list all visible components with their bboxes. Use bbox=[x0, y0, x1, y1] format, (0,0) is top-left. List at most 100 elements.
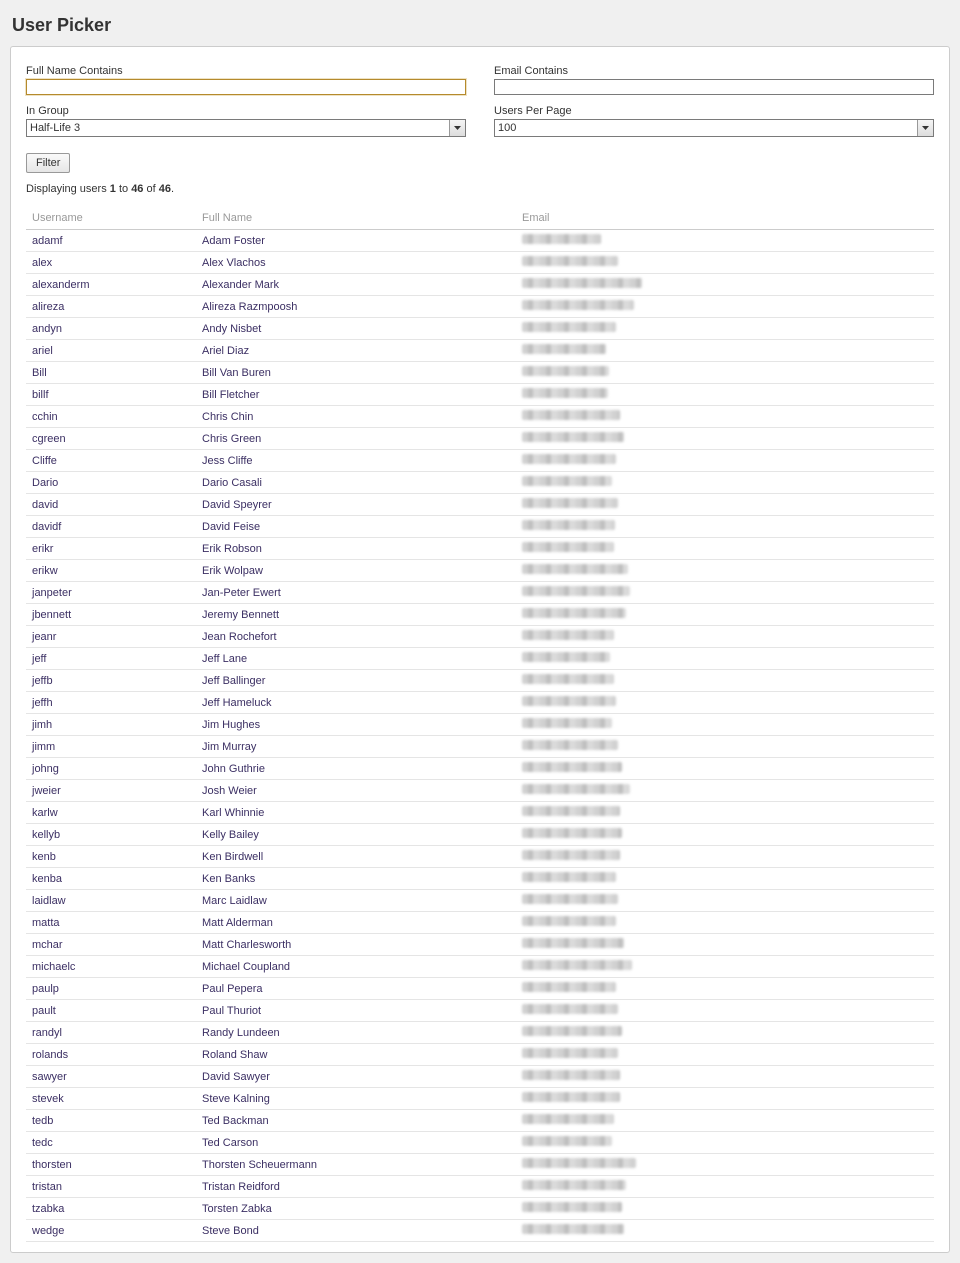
username-link[interactable]: davidf bbox=[32, 521, 61, 533]
username-link[interactable]: alex bbox=[32, 257, 52, 269]
username-link[interactable]: alexanderm bbox=[32, 279, 89, 291]
username-link[interactable]: jbennett bbox=[32, 609, 71, 621]
email-redacted bbox=[522, 1180, 626, 1190]
username-link[interactable]: kenb bbox=[32, 851, 56, 863]
fullname-link[interactable]: David Speyrer bbox=[202, 499, 272, 511]
fullname-link[interactable]: Alireza Razmpoosh bbox=[202, 301, 297, 313]
username-link[interactable]: jimm bbox=[32, 741, 55, 753]
fullname-link[interactable]: Jan-Peter Ewert bbox=[202, 587, 281, 599]
username-link[interactable]: wedge bbox=[32, 1225, 64, 1237]
username-link[interactable]: johng bbox=[32, 763, 59, 775]
fullname-link[interactable]: Bill Van Buren bbox=[202, 367, 271, 379]
fullname-link[interactable]: Matt Alderman bbox=[202, 917, 273, 929]
fullname-link[interactable]: Ariel Diaz bbox=[202, 345, 249, 357]
fullname-link[interactable]: Chris Green bbox=[202, 433, 261, 445]
username-link[interactable]: janpeter bbox=[32, 587, 72, 599]
username-link[interactable]: karlw bbox=[32, 807, 58, 819]
fullname-link[interactable]: Ted Carson bbox=[202, 1137, 258, 1149]
fullname-link[interactable]: Jim Murray bbox=[202, 741, 256, 753]
fullname-link[interactable]: Ted Backman bbox=[202, 1115, 269, 1127]
username-link[interactable]: tristan bbox=[32, 1181, 62, 1193]
fullname-link[interactable]: Andy Nisbet bbox=[202, 323, 261, 335]
username-link[interactable]: Bill bbox=[32, 367, 47, 379]
username-link[interactable]: tedb bbox=[32, 1115, 53, 1127]
username-link[interactable]: cgreen bbox=[32, 433, 66, 445]
fullname-link[interactable]: Jeff Hameluck bbox=[202, 697, 272, 709]
fullname-link[interactable]: Kelly Bailey bbox=[202, 829, 259, 841]
username-link[interactable]: laidlaw bbox=[32, 895, 66, 907]
table-row: alireza Alireza Razmpoosh bbox=[26, 296, 934, 318]
fullname-link[interactable]: John Guthrie bbox=[202, 763, 265, 775]
fullname-link[interactable]: Ken Banks bbox=[202, 873, 255, 885]
fullname-link[interactable]: Adam Foster bbox=[202, 235, 265, 247]
fullname-link[interactable]: David Feise bbox=[202, 521, 260, 533]
username-link[interactable]: tzabka bbox=[32, 1203, 64, 1215]
fullname-link[interactable]: Marc Laidlaw bbox=[202, 895, 267, 907]
username-link[interactable]: jeffh bbox=[32, 697, 53, 709]
fullname-input[interactable] bbox=[26, 79, 466, 95]
fullname-link[interactable]: Jean Rochefort bbox=[202, 631, 277, 643]
username-link[interactable]: andyn bbox=[32, 323, 62, 335]
fullname-link[interactable]: Torsten Zabka bbox=[202, 1203, 272, 1215]
username-link[interactable]: billf bbox=[32, 389, 49, 401]
username-link[interactable]: michaelc bbox=[32, 961, 75, 973]
fullname-link[interactable]: Steve Kalning bbox=[202, 1093, 270, 1105]
fullname-link[interactable]: Dario Casali bbox=[202, 477, 262, 489]
fullname-link[interactable]: Jeff Ballinger bbox=[202, 675, 265, 687]
username-link[interactable]: jeff bbox=[32, 653, 46, 665]
fullname-link[interactable]: Alexander Mark bbox=[202, 279, 279, 291]
username-link[interactable]: jweier bbox=[32, 785, 61, 797]
username-link[interactable]: erikw bbox=[32, 565, 58, 577]
username-link[interactable]: david bbox=[32, 499, 58, 511]
fullname-link[interactable]: Thorsten Scheuermann bbox=[202, 1159, 317, 1171]
fullname-link[interactable]: Jess Cliffe bbox=[202, 455, 253, 467]
email-input[interactable] bbox=[494, 79, 934, 95]
fullname-link[interactable]: Jeff Lane bbox=[202, 653, 247, 665]
fullname-link[interactable]: Erik Wolpaw bbox=[202, 565, 263, 577]
username-link[interactable]: Dario bbox=[32, 477, 58, 489]
fullname-link[interactable]: Ken Birdwell bbox=[202, 851, 263, 863]
username-link[interactable]: kenba bbox=[32, 873, 62, 885]
fullname-link[interactable]: Jim Hughes bbox=[202, 719, 260, 731]
username-link[interactable]: adamf bbox=[32, 235, 63, 247]
username-link[interactable]: paulp bbox=[32, 983, 59, 995]
fullname-link[interactable]: Michael Coupland bbox=[202, 961, 290, 973]
fullname-link[interactable]: Alex Vlachos bbox=[202, 257, 266, 269]
username-link[interactable]: tedc bbox=[32, 1137, 53, 1149]
username-link[interactable]: erikr bbox=[32, 543, 53, 555]
perpage-select[interactable]: 100 bbox=[494, 119, 934, 137]
fullname-link[interactable]: Matt Charlesworth bbox=[202, 939, 291, 951]
fullname-link[interactable]: Tristan Reidford bbox=[202, 1181, 280, 1193]
username-link[interactable]: ariel bbox=[32, 345, 53, 357]
username-link[interactable]: matta bbox=[32, 917, 60, 929]
fullname-link[interactable]: Karl Whinnie bbox=[202, 807, 264, 819]
filter-button[interactable]: Filter bbox=[26, 153, 70, 173]
username-link[interactable]: thorsten bbox=[32, 1159, 72, 1171]
fullname-link[interactable]: Paul Thuriot bbox=[202, 1005, 261, 1017]
username-link[interactable]: mchar bbox=[32, 939, 63, 951]
username-link[interactable]: jeffb bbox=[32, 675, 53, 687]
fullname-link[interactable]: Randy Lundeen bbox=[202, 1027, 280, 1039]
username-link[interactable]: sawyer bbox=[32, 1071, 67, 1083]
fullname-link[interactable]: Chris Chin bbox=[202, 411, 253, 423]
username-link[interactable]: cchin bbox=[32, 411, 58, 423]
username-link[interactable]: randyl bbox=[32, 1027, 62, 1039]
username-link[interactable]: stevek bbox=[32, 1093, 64, 1105]
username-link[interactable]: rolands bbox=[32, 1049, 68, 1061]
fullname-link[interactable]: David Sawyer bbox=[202, 1071, 270, 1083]
fullname-link[interactable]: Erik Robson bbox=[202, 543, 262, 555]
username-link[interactable]: jimh bbox=[32, 719, 52, 731]
username-link[interactable]: kellyb bbox=[32, 829, 60, 841]
fullname-link[interactable]: Paul Pepera bbox=[202, 983, 263, 995]
username-link[interactable]: alireza bbox=[32, 301, 64, 313]
fullname-link[interactable]: Josh Weier bbox=[202, 785, 257, 797]
username-link[interactable]: jeanr bbox=[32, 631, 56, 643]
username-link[interactable]: pault bbox=[32, 1005, 56, 1017]
group-select[interactable]: Half-Life 3 bbox=[26, 119, 466, 137]
table-row: ariel Ariel Diaz bbox=[26, 340, 934, 362]
fullname-link[interactable]: Steve Bond bbox=[202, 1225, 259, 1237]
fullname-link[interactable]: Bill Fletcher bbox=[202, 389, 259, 401]
fullname-link[interactable]: Roland Shaw bbox=[202, 1049, 267, 1061]
fullname-link[interactable]: Jeremy Bennett bbox=[202, 609, 279, 621]
username-link[interactable]: Cliffe bbox=[32, 455, 57, 467]
